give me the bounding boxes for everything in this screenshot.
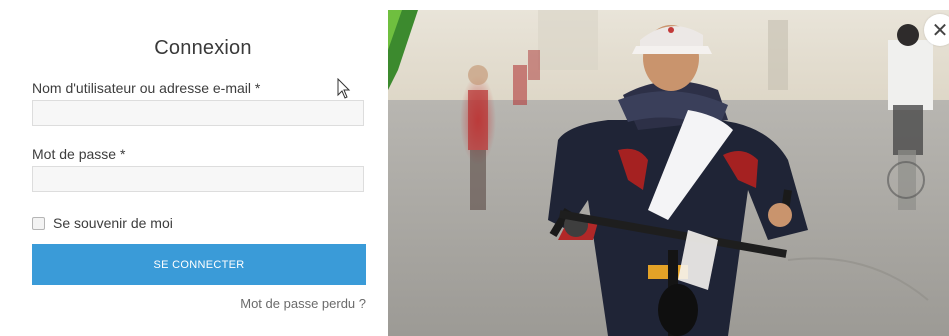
close-button[interactable]: ✕ — [924, 14, 949, 46]
password-label: Mot de passe * — [32, 146, 126, 162]
login-button[interactable]: SE CONNECTER — [32, 244, 366, 285]
login-title: Connexion — [154, 37, 252, 59]
hero-image — [388, 10, 949, 336]
remember-label: Se souvenir de moi — [53, 215, 173, 231]
username-input[interactable] — [32, 100, 364, 126]
remember-checkbox[interactable] — [32, 216, 45, 230]
login-panel: Connexion Nom d'utilisateur ou adresse e… — [18, 0, 388, 336]
remember-me[interactable]: Se souvenir de moi — [32, 215, 173, 231]
password-input[interactable] — [32, 166, 364, 192]
username-label: Nom d'utilisateur ou adresse e-mail * — [32, 80, 261, 96]
lost-password-link[interactable]: Mot de passe perdu ? — [240, 296, 366, 311]
girl-riding-bicycle-photo — [388, 10, 949, 336]
close-icon: ✕ — [931, 19, 949, 42]
mouse-cursor-icon — [337, 78, 351, 99]
login-modal: Connexion Nom d'utilisateur ou adresse e… — [0, 0, 949, 336]
